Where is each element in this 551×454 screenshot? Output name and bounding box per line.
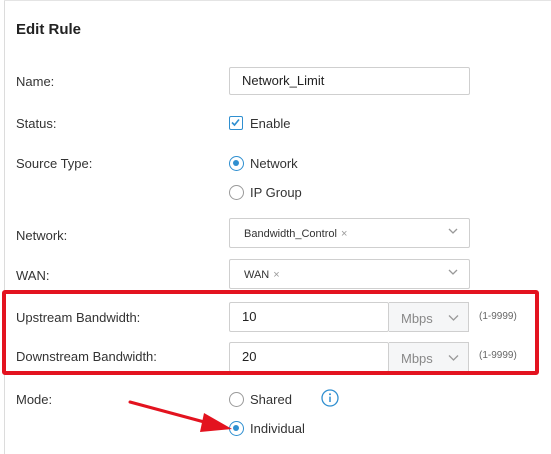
status-label: Status: bbox=[16, 116, 57, 131]
mode-individual-label: Individual bbox=[250, 421, 305, 436]
chevron-down-icon[interactable] bbox=[447, 225, 459, 237]
wan-label: WAN: bbox=[16, 268, 50, 283]
panel-border-top bbox=[4, 0, 551, 1]
source-type-label: Source Type: bbox=[16, 156, 93, 171]
wan-select[interactable]: WAN × bbox=[229, 259, 470, 289]
name-input[interactable]: Network_Limit bbox=[229, 67, 470, 95]
check-icon bbox=[231, 118, 240, 127]
source-type-network-label: Network bbox=[250, 156, 298, 171]
info-icon[interactable] bbox=[321, 389, 339, 407]
mode-shared-label: Shared bbox=[250, 392, 292, 407]
mode-label: Mode: bbox=[16, 392, 53, 407]
page-title: Edit Rule bbox=[16, 21, 82, 38]
network-tag: Bandwidth_Control × bbox=[244, 228, 347, 240]
network-tag-label: Bandwidth_Control bbox=[244, 228, 337, 240]
source-type-ip-group-radio[interactable] bbox=[229, 185, 244, 200]
source-type-network-radio[interactable] bbox=[229, 156, 244, 171]
enable-label: Enable bbox=[250, 116, 291, 131]
source-type-ip-group-label: IP Group bbox=[250, 185, 302, 200]
bandwidth-highlight-box bbox=[2, 290, 539, 375]
chevron-down-icon[interactable] bbox=[447, 266, 459, 278]
network-tag-remove-icon[interactable]: × bbox=[341, 228, 347, 240]
name-label: Name: bbox=[16, 74, 55, 89]
red-arrow-icon bbox=[128, 400, 232, 432]
network-label: Network: bbox=[16, 228, 68, 243]
wan-tag-remove-icon[interactable]: × bbox=[273, 269, 279, 281]
enable-checkbox[interactable] bbox=[229, 116, 243, 130]
wan-tag-label: WAN bbox=[244, 269, 270, 281]
panel-border-left bbox=[4, 0, 5, 454]
wan-tag: WAN × bbox=[244, 269, 280, 281]
network-select[interactable]: Bandwidth_Control × bbox=[229, 218, 470, 248]
